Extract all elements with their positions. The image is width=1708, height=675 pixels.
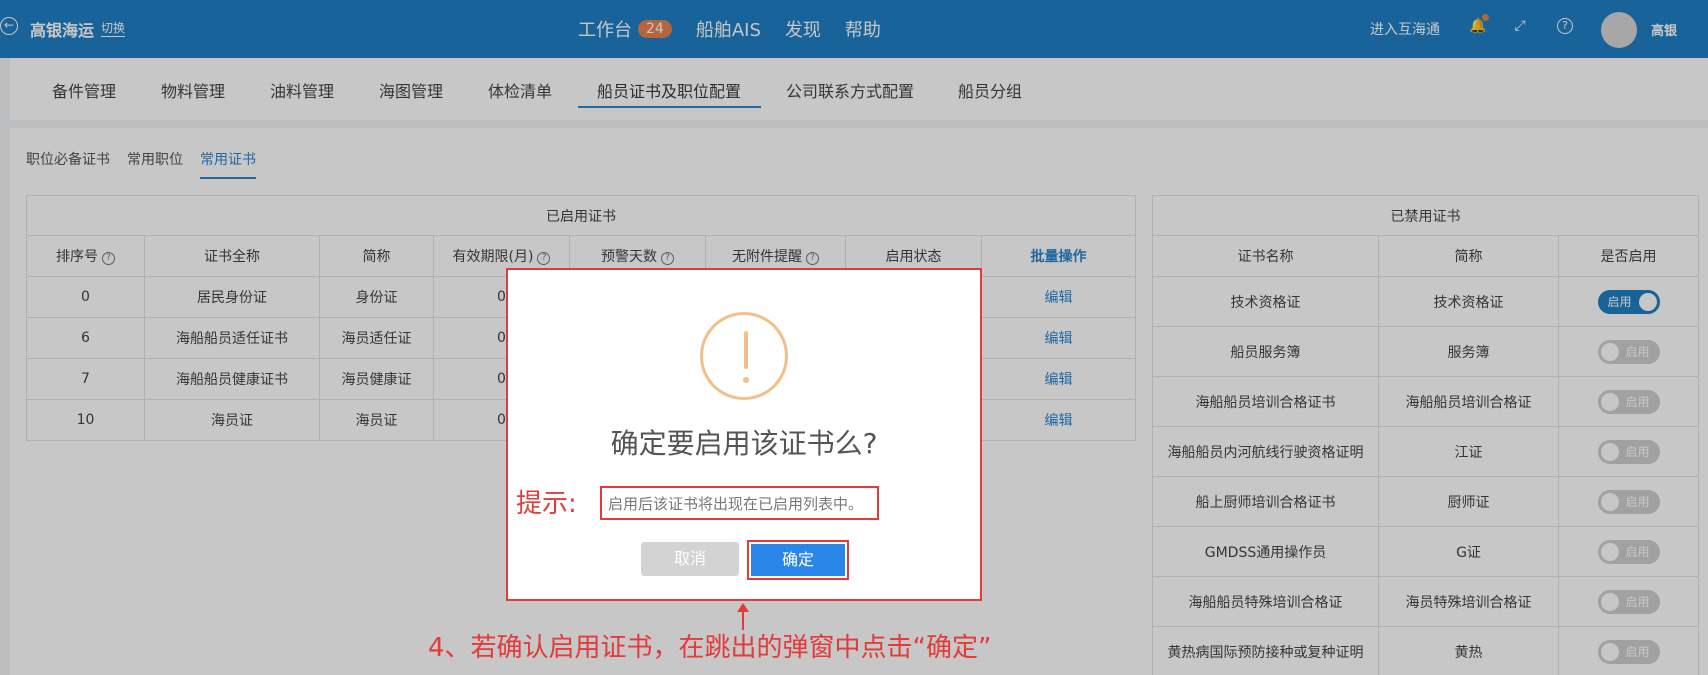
cancel-button[interactable]: 取消: [641, 542, 739, 576]
confirm-dialog: 确定要启用该证书么? 提示: 启用后该证书将出现在已启用列表中。 取消 确定: [506, 268, 982, 601]
instruction-text: 4、若确认启用证书，在跳出的弹窗中点击“确定”: [428, 633, 992, 663]
ok-button[interactable]: 确定: [751, 544, 845, 576]
ok-button-highlight: 确定: [747, 540, 849, 580]
warning-icon: [700, 312, 788, 400]
dialog-title: 确定要启用该证书么?: [610, 427, 878, 460]
hint-text: 启用后该证书将出现在已启用列表中。: [600, 486, 879, 520]
hint-label: 提示:: [516, 489, 577, 519]
